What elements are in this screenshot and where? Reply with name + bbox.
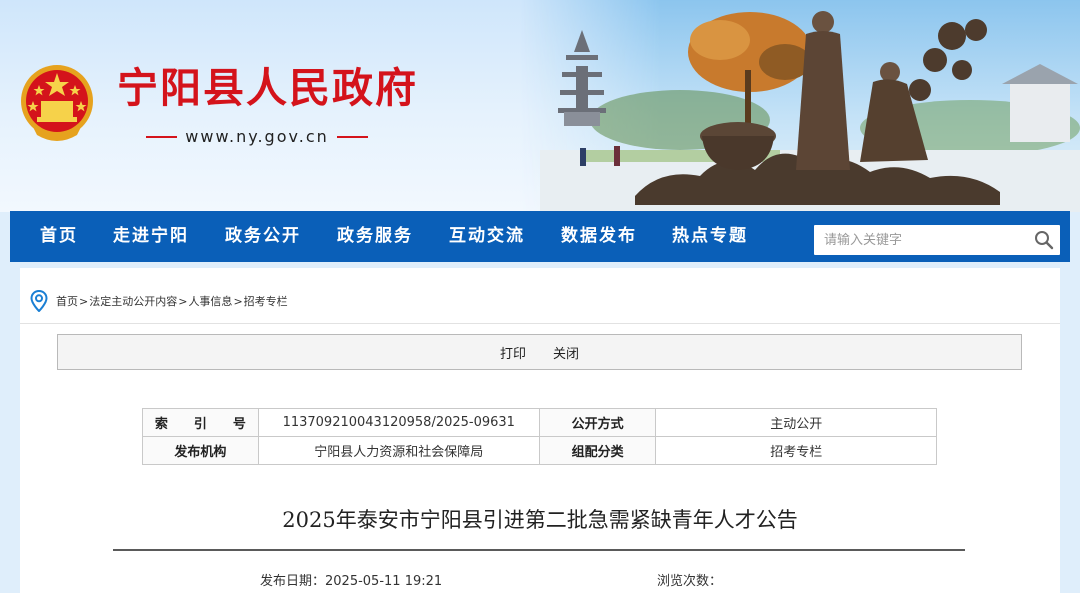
publisher-label: 发布机构 [142,436,259,465]
nav-item-interaction[interactable]: 互动交流 [449,211,525,262]
nav-item-gov-services[interactable]: 政务服务 [337,211,413,262]
nav-item-home[interactable]: 首页 [40,211,78,262]
breadcrumb: 首页 > 法定主动公开内容 > 人事信息 > 招考专栏 [30,288,288,314]
breadcrumb-personnel-info[interactable]: 人事信息 [188,293,232,309]
search-input[interactable] [814,225,1028,255]
breadcrumb-recruitment[interactable]: 招考专栏 [244,293,288,309]
nav-item-data-release[interactable]: 数据发布 [561,211,637,262]
meta-row: 索 引 号 113709210043120958/2025-09631 公开方式… [142,408,937,437]
location-pin-icon [30,290,48,312]
site-url-row: www.ny.gov.cn [146,127,369,146]
print-button[interactable]: 打印 [500,343,526,362]
view-count-label: 浏览次数： [657,574,723,589]
publish-date-label: 发布日期： [260,574,326,589]
disclosure-method-label: 公开方式 [538,408,657,437]
close-button[interactable]: 关闭 [553,343,579,362]
url-rule-right [336,135,369,138]
index-number-label: 索 引 号 [142,408,259,437]
url-rule-left [146,135,178,138]
category-value: 招考专栏 [655,436,937,465]
nav-item-gov-affairs[interactable]: 政务公开 [225,211,301,262]
title-divider [113,549,965,551]
article-meta-table: 索 引 号 113709210043120958/2025-09631 公开方式… [142,408,937,465]
search-box [814,225,1060,255]
search-icon[interactable] [1034,230,1054,250]
nav-item-about-ningyang[interactable]: 走进宁阳 [113,211,189,262]
breadcrumb-home[interactable]: 首页 [56,293,78,309]
breadcrumb-public-content[interactable]: 法定主动公开内容 [89,293,177,309]
publisher-value: 宁阳县人力资源和社会保障局 [257,436,540,465]
content-panel: 首页 > 法定主动公开内容 > 人事信息 > 招考专栏 打印 关闭 索 引 号 … [20,268,1060,593]
meta-row: 发布机构 宁阳县人力资源和社会保障局 组配分类 招考专栏 [142,436,937,465]
main-nav: 首页 走进宁阳 政务公开 政务服务 互动交流 数据发布 热点专题 [10,211,1070,262]
site-title: 宁阳县人民政府 [117,64,418,112]
header-banner: 宁阳县人民政府 www.ny.gov.cn [0,0,1080,212]
view-count: 浏览次数： [657,570,722,589]
publish-date-value: 2025-05-11 19:21 [325,574,443,589]
breadcrumb-separator: > [79,294,89,308]
national-emblem-icon [21,65,93,141]
site-url: www.ny.gov.cn [185,127,329,146]
breadcrumb-separator: > [233,294,243,308]
article-toolbar: 打印 关闭 [57,334,1022,370]
article-title: 2025年泰安市宁阳县引进第二批急需紧缺青年人才公告 [282,508,798,532]
disclosure-method-value: 主动公开 [655,408,937,437]
index-number-value: 113709210043120958/2025-09631 [257,408,540,437]
category-label: 组配分类 [538,436,657,465]
banner-sculpture-scene [540,11,1080,212]
nav-item-hot-topics[interactable]: 热点专题 [672,211,748,262]
breadcrumb-divider [20,323,1060,324]
publish-date: 发布日期：2025-05-11 19:21 [260,570,442,589]
breadcrumb-separator: > [178,294,188,308]
